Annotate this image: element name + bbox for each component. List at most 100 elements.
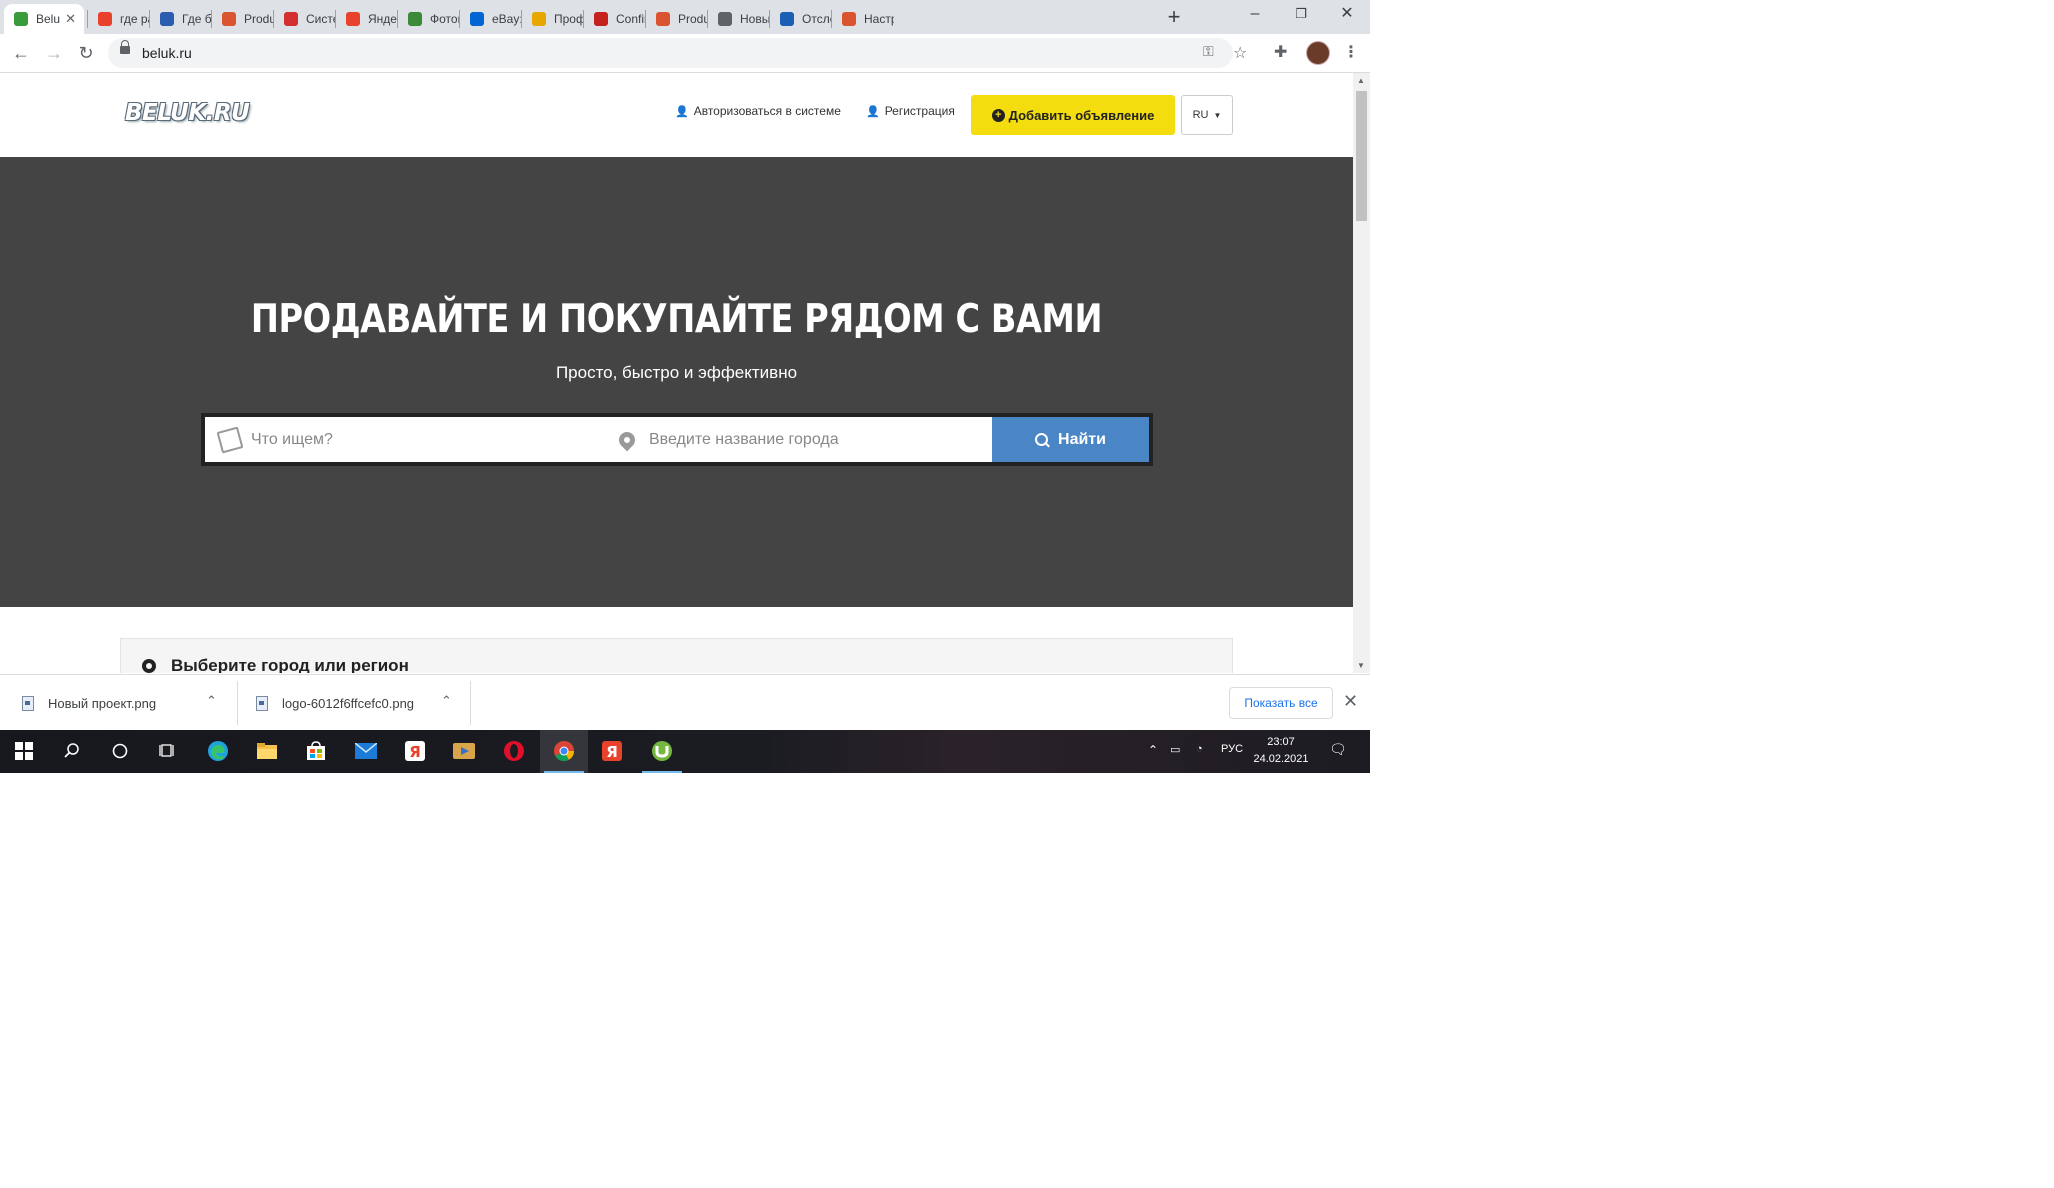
address-bar[interactable]: beluk.ru ⚿ ☆ [108,38,1247,68]
opera-icon[interactable] [502,739,526,763]
producthunt-icon [656,12,670,26]
media-player-icon[interactable] [452,739,476,763]
close-tab-icon[interactable]: ✕ [65,11,76,27]
browser-tab[interactable]: Яндекс [336,4,398,34]
site-logo[interactable]: BELUK.RU [125,100,250,126]
windows-start-icon[interactable] [12,739,36,763]
user-icon: 👤 [675,105,689,118]
browser-tab[interactable]: eBay: С [460,4,522,34]
register-link[interactable]: 👤 Регистрация [866,104,955,118]
bookmark-star-icon[interactable]: ☆ [1233,43,1247,63]
browser-tab[interactable]: Product [646,4,708,34]
browser-tab[interactable]: Настро [832,4,894,34]
tab-title: Отслеж [802,12,832,26]
address-url: beluk.ru [142,45,192,61]
system-clock[interactable]: 23:07 24.02.2021 [1252,734,1310,768]
download-item[interactable]: logo-6012f6ffcefc0.png [256,675,414,731]
browser-tab[interactable]: Новый [708,4,770,34]
browser-tab[interactable]: Систем [274,4,336,34]
site-header: BELUK.RU 👤 Авторизоваться в системе 👤 Ре… [0,73,1353,157]
tab-strip: Belu ✕ где ра: Где бе: Product Систем Яндекс Фо… [0,0,1370,34]
download-item[interactable]: Новый проект.png [22,675,156,731]
browser-tab[interactable]: Профи [522,4,584,34]
page-viewport: BELUK.RU 👤 Авторизоваться в системе 👤 Ре… [0,73,1353,673]
browser-tab[interactable]: Confirm [584,4,646,34]
login-label: Авторизоваться в системе [693,104,841,118]
browser-tab[interactable]: Belu ✕ [4,4,84,34]
image-file-icon [256,695,268,711]
search-icon [1035,433,1049,446]
search-icon[interactable] [60,739,84,763]
producthunt-icon [222,12,236,26]
minimize-icon[interactable]: – [1232,0,1278,30]
chrome-icon[interactable] [552,739,576,763]
tab-separator [769,10,770,28]
close-window-icon[interactable]: ✕ [1324,0,1370,30]
forward-icon[interactable]: → [40,39,68,67]
restore-icon[interactable]: ❐ [1278,0,1324,30]
new-tab-button[interactable]: + [1160,4,1188,32]
page-scrollbar[interactable]: ▲ ▼ [1353,73,1370,673]
tab-title: Product [678,12,708,26]
edge-icon[interactable] [206,739,230,763]
search-inner: Что ищем? Введите название города Найти [205,417,1149,462]
scroll-thumb[interactable] [1356,91,1367,221]
add-ad-button[interactable]: + Добавить объявление [971,95,1175,135]
profile-avatar[interactable] [1306,41,1330,65]
find-button[interactable]: Найти [992,417,1149,462]
browser-tab[interactable]: где ра: [88,4,150,34]
producthunt-icon [842,12,856,26]
search-input[interactable]: Что ищем? [205,417,600,462]
browser-tab[interactable]: Product [212,4,274,34]
download-filename: Новый проект.png [48,695,157,711]
yandex-icon [98,12,112,26]
find-label: Найти [1058,430,1106,448]
tab-title: Профи [554,12,584,26]
tab-title: eBay: С [492,12,522,26]
menu-dots-icon[interactable]: ⋮ [1343,42,1359,62]
show-all-downloads-button[interactable]: Показать все [1229,687,1333,719]
tab-title: Product [244,12,274,26]
cortana-icon[interactable] [108,739,132,763]
globe-icon [718,12,732,26]
chevron-up-icon[interactable]: ⌃ [206,693,217,709]
map-pin-icon [615,428,639,451]
location-marker-icon [142,659,156,673]
back-icon[interactable]: ← [7,39,35,67]
tray-chevron-up-icon[interactable]: ⌃ [1148,743,1158,757]
yandex-browser-icon[interactable]: Я [403,739,427,763]
caret-down-icon: ▼ [1213,110,1222,120]
input-language[interactable]: РУС [1221,743,1243,755]
language-selector[interactable]: RU ▼ [1181,95,1233,135]
chevron-up-icon[interactable]: ⌃ [441,693,452,709]
utorrent-icon[interactable] [650,739,674,763]
browser-tab[interactable]: Где бе: [150,4,212,34]
login-link[interactable]: 👤 Авторизоваться в системе [675,104,841,118]
task-view-icon[interactable] [156,739,180,763]
file-explorer-icon[interactable] [255,739,279,763]
reload-icon[interactable]: ↻ [72,39,100,67]
browser-tab[interactable]: Отслеж [770,4,832,34]
tab-separator [831,10,832,28]
notifications-icon[interactable]: 🗨 [1329,741,1347,758]
scroll-up-icon[interactable]: ▲ [1357,76,1365,85]
plus-circle-icon: + [991,108,1005,122]
yandex-icon [346,12,360,26]
battery-icon[interactable]: ▭ [1170,743,1180,756]
bag-icon [532,12,546,26]
emblem-icon [780,12,794,26]
browser-tab[interactable]: Фотош [398,4,460,34]
store-icon[interactable] [304,739,328,763]
yandex-icon[interactable]: Я [600,739,624,763]
tab-separator [583,10,584,28]
close-downloads-icon[interactable]: ✕ [1343,691,1358,712]
city-input[interactable]: Введите название города [613,417,993,462]
wifi-icon[interactable]: ◔ [1196,743,1203,755]
scroll-down-icon[interactable]: ▼ [1357,661,1365,670]
mail-icon[interactable] [354,739,378,763]
city-placeholder: Введите название города [649,430,839,448]
tab-separator [397,10,398,28]
hero-title: ПРОДАВАЙТЕ И ПОКУПАЙТЕ РЯДОМ С ВАМИ [250,297,1103,342]
extensions-icon[interactable]: ✚ [1274,42,1287,62]
key-icon[interactable]: ⚿ [1203,43,1214,60]
